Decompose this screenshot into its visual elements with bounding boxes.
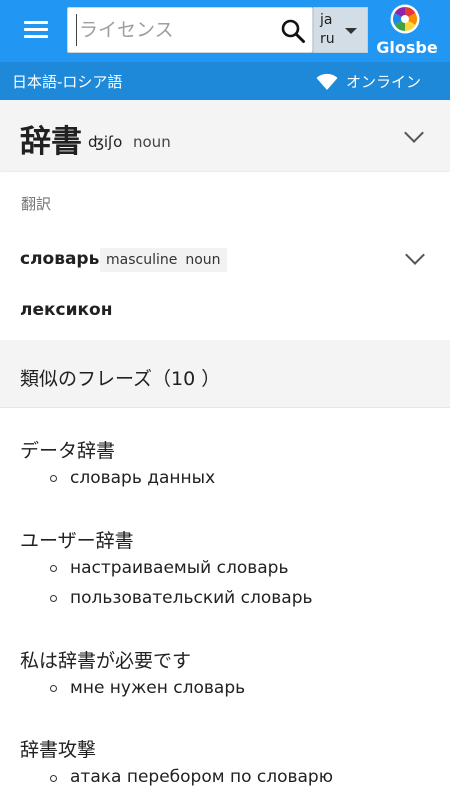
phrase-translation[interactable]: пользовательский словарь	[70, 588, 313, 608]
pos-tag: noun	[185, 252, 221, 268]
phrase-heading[interactable]: データ辞書	[20, 436, 115, 463]
lang-from: ja	[320, 12, 333, 28]
phrase-translation[interactable]: мне нужен словарь	[70, 678, 245, 698]
logo-icon	[390, 4, 420, 34]
similar-phrases-title: 類似のフレーズ（10 ）	[20, 368, 221, 390]
translation-word[interactable]: лексикон	[20, 300, 112, 320]
gender-tag: masculine	[106, 252, 178, 268]
bullet	[50, 775, 57, 782]
glosbe-logo[interactable]: Glosbe	[374, 4, 440, 60]
language-select[interactable]: ja ru	[313, 7, 368, 53]
search-input[interactable]	[76, 14, 272, 46]
phrase-translation[interactable]: словарь данных	[70, 468, 215, 488]
online-status: オンライン	[346, 73, 422, 91]
search-box	[67, 7, 313, 53]
bullet	[50, 595, 57, 602]
phrase-heading[interactable]: 辞書攻撃	[20, 735, 96, 762]
translation-word[interactable]: словарь	[20, 249, 99, 269]
app-bar: ja ru Glosbe	[0, 0, 450, 62]
phrase-translation[interactable]: атака перебором по словарю	[70, 767, 333, 787]
headword: 辞書	[20, 124, 82, 160]
phrase-translation[interactable]: настраиваемый словарь	[70, 558, 289, 578]
logo-text: Glosbe	[376, 38, 438, 57]
bullet	[50, 565, 57, 572]
translations-label: 翻訳	[21, 195, 52, 213]
pronunciation: ʤiʃo	[88, 133, 123, 151]
part-of-speech: noun	[133, 133, 171, 151]
translation-tags: masculine noun	[100, 248, 227, 272]
menu-icon[interactable]	[24, 20, 50, 40]
search-icon[interactable]	[280, 18, 306, 44]
dictionary-language-pair[interactable]: 日本語-ロシア語	[12, 71, 122, 92]
dictionary-bar: 日本語-ロシア語 オンライン	[0, 62, 450, 100]
chevron-down-icon	[345, 28, 357, 34]
bullet	[50, 685, 57, 692]
phrase-heading[interactable]: 私は辞書が必要です	[20, 646, 191, 673]
lang-to: ru	[320, 31, 335, 47]
phrase-heading[interactable]: ユーザー辞書	[20, 526, 134, 553]
wifi-icon	[316, 73, 338, 90]
bullet	[50, 475, 57, 482]
